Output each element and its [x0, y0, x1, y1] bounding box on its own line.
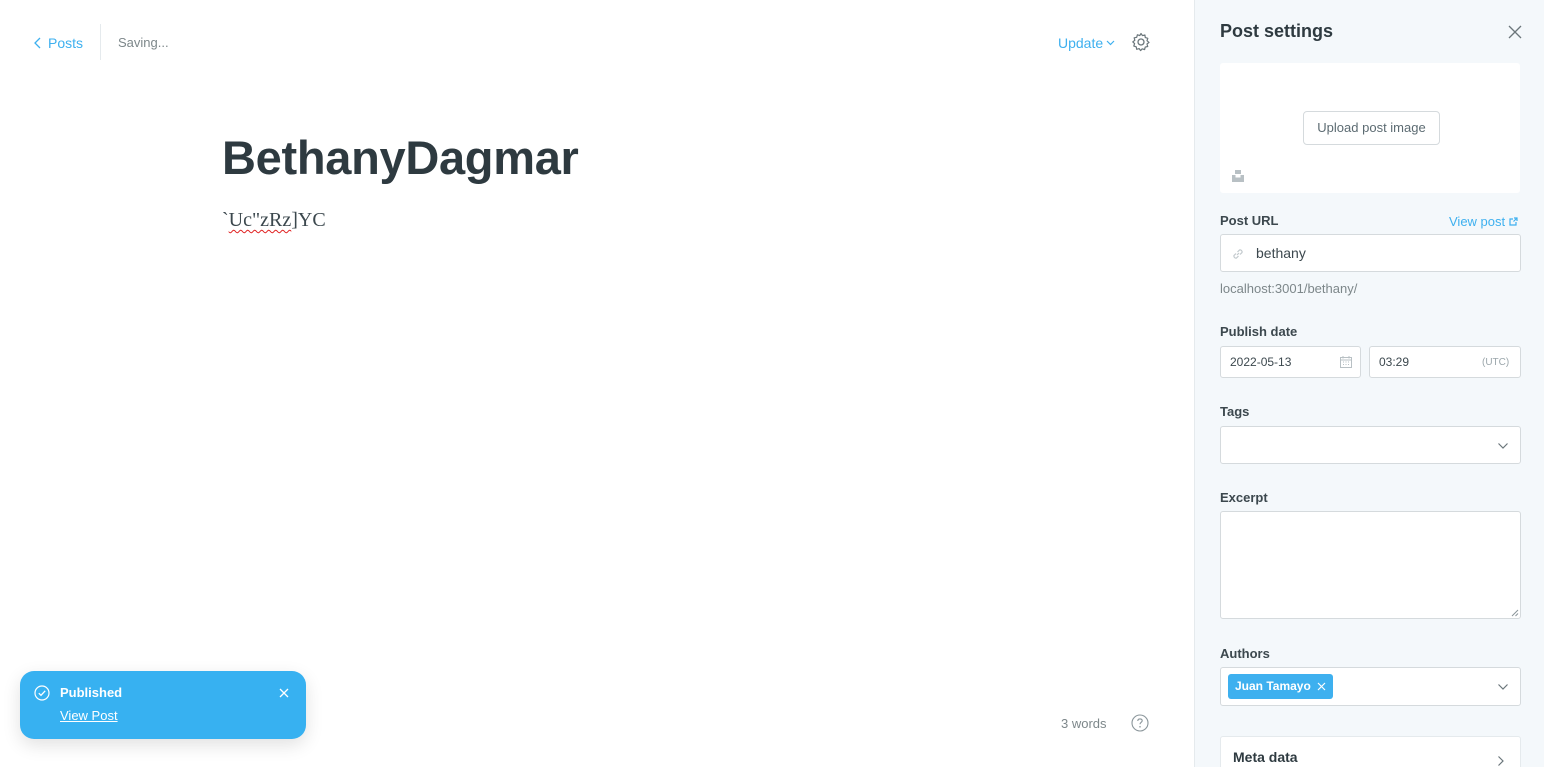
- check-circle-icon: [34, 685, 50, 701]
- update-label: Update: [1058, 35, 1104, 51]
- post-body[interactable]: `Uc"zRz]YC: [222, 209, 326, 232]
- body-text-misspelled: Uc"zRz: [228, 209, 292, 231]
- close-icon[interactable]: [278, 687, 290, 699]
- view-post-label: View post: [1449, 214, 1506, 229]
- word-count: 3 words: [1061, 716, 1107, 731]
- unsplash-icon[interactable]: [1231, 169, 1245, 183]
- back-to-posts-link[interactable]: Posts: [34, 35, 83, 51]
- publish-time-value: 03:29: [1379, 355, 1410, 369]
- post-settings-panel: Post settings Upload post image Post URL…: [1194, 0, 1544, 767]
- timezone-label: (UTC): [1482, 357, 1510, 368]
- save-status: Saving...: [118, 35, 169, 50]
- remove-author-icon[interactable]: [1317, 682, 1326, 691]
- author-token-name: Juan Tamayo: [1235, 679, 1311, 693]
- excerpt-label: Excerpt: [1220, 490, 1268, 505]
- authors-select[interactable]: Juan Tamayo: [1220, 667, 1521, 706]
- chevron-down-icon: [1106, 40, 1115, 46]
- gear-icon[interactable]: [1131, 32, 1151, 52]
- update-button[interactable]: Update: [1058, 35, 1115, 51]
- nav-divider: [100, 24, 101, 60]
- calendar-icon[interactable]: [1339, 355, 1353, 369]
- tags-label: Tags: [1220, 404, 1250, 419]
- link-icon: [1233, 249, 1243, 259]
- published-toast: Published View Post: [20, 671, 306, 739]
- publish-date-input[interactable]: 2022-05-13: [1220, 346, 1361, 378]
- panel-title: Post settings: [1220, 21, 1334, 41]
- post-url-hint: localhost:3001/bethany/: [1220, 281, 1358, 296]
- toast-view-post-link[interactable]: View Post: [60, 708, 118, 723]
- toast-title: Published: [60, 685, 123, 700]
- publish-date-value: 2022-05-13: [1230, 355, 1292, 369]
- post-title[interactable]: BethanyDagmar: [222, 130, 579, 185]
- post-url-value: bethany: [1256, 245, 1306, 261]
- tags-select[interactable]: [1220, 426, 1521, 464]
- view-post-link[interactable]: View post: [1449, 214, 1518, 229]
- post-url-input[interactable]: bethany: [1220, 234, 1521, 272]
- excerpt-textarea[interactable]: [1220, 511, 1521, 619]
- resize-grip-icon[interactable]: [1511, 609, 1519, 617]
- chevron-right-icon: [1498, 756, 1504, 766]
- chevron-down-icon: [1498, 684, 1508, 690]
- back-link-label: Posts: [48, 35, 84, 51]
- publish-time-input[interactable]: 03:29 (UTC): [1369, 346, 1521, 378]
- body-text-prefix: `: [222, 209, 229, 231]
- authors-label: Authors: [1220, 646, 1270, 661]
- author-token: Juan Tamayo: [1228, 674, 1333, 699]
- meta-data-row[interactable]: Meta data: [1220, 736, 1521, 767]
- editor-nav: Posts: [34, 33, 83, 53]
- meta-data-label: Meta data: [1233, 749, 1298, 765]
- external-link-icon: [1509, 217, 1518, 226]
- body-text-suffix: ]YC: [291, 209, 326, 231]
- post-image-dropzone[interactable]: Upload post image: [1220, 63, 1520, 193]
- chevron-left-icon: [34, 37, 41, 49]
- close-icon[interactable]: [1508, 25, 1522, 39]
- editor-area: Posts Saving... Update BethanyDagmar `Uc…: [0, 0, 1194, 767]
- upload-image-button[interactable]: Upload post image: [1303, 111, 1440, 145]
- chevron-down-icon: [1498, 443, 1508, 449]
- post-url-label: Post URL: [1220, 213, 1279, 228]
- help-icon[interactable]: [1131, 714, 1149, 732]
- publish-date-label: Publish date: [1220, 324, 1298, 339]
